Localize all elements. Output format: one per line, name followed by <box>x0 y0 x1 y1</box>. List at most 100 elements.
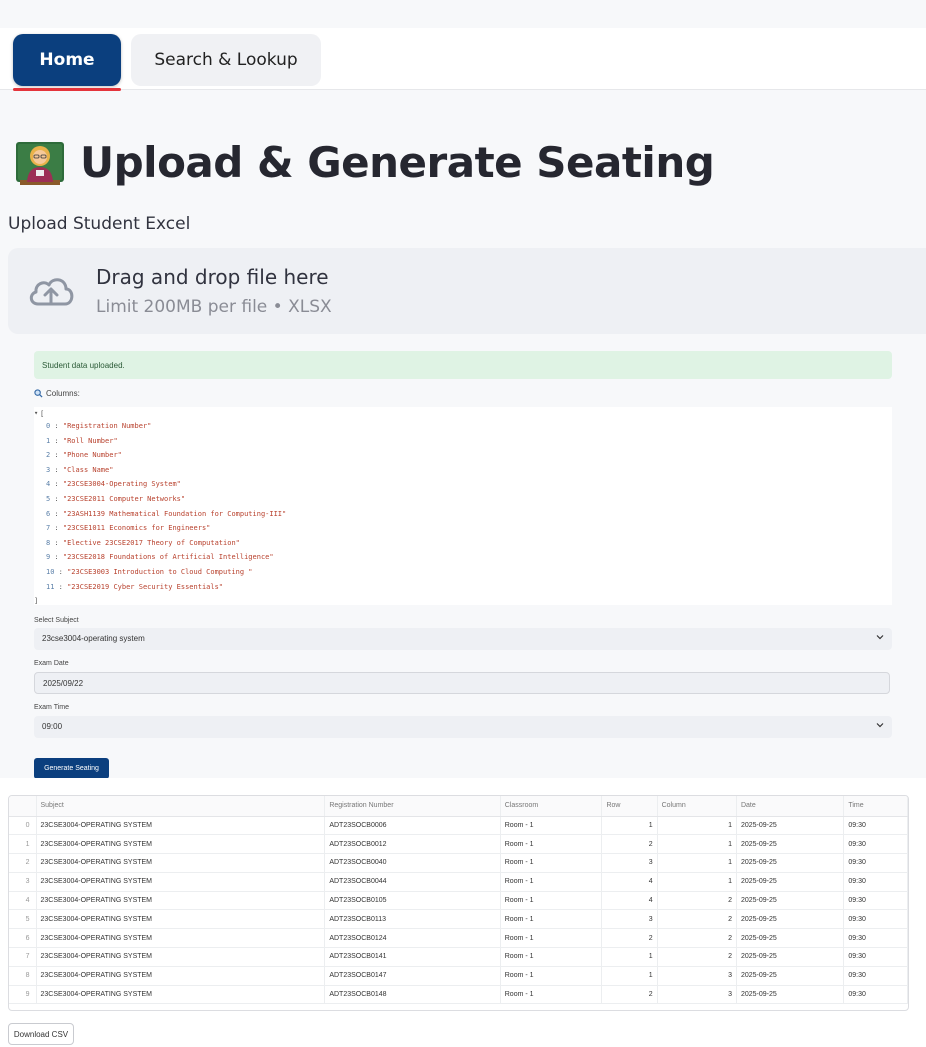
table-cell: 0 <box>9 816 37 836</box>
subject-select-value: 23cse3004-operating system <box>42 634 145 643</box>
table-cell: 2025-09-25 <box>736 853 845 873</box>
exam-date-label: Exam Date <box>34 660 69 667</box>
tab-home[interactable]: Home <box>13 34 121 86</box>
table-cell: 23CSE3004-OPERATING SYSTEM <box>36 928 326 949</box>
table-cell: Room - 1 <box>500 872 603 892</box>
table-row[interactable]: 1 23CSE3004-OPERATING SYSTEM ADT23SOCB0012… <box>9 834 908 855</box>
exam-time-select[interactable]: 09:00 <box>34 716 892 738</box>
columns-label: Columns: <box>46 389 80 398</box>
table-cell: 2 <box>657 947 737 967</box>
table-cell: 3 <box>601 909 658 930</box>
table-cell: 23CSE3004-OPERATING SYSTEM <box>36 816 326 836</box>
table-cell: 09:30 <box>843 834 908 855</box>
json-colon: : <box>50 451 63 460</box>
table-cell: 2 <box>657 891 737 911</box>
chevron-down-icon <box>876 635 884 640</box>
table-cell: 9 <box>9 985 37 1005</box>
seating-table[interactable]: Subject Registration Number Classroom Row Co… <box>8 795 909 1011</box>
column-header[interactable]: Date <box>736 796 845 817</box>
column-header[interactable]: Subject <box>36 796 326 817</box>
file-dropzone[interactable]: Drag and drop file here Limit 200MB per … <box>8 248 926 334</box>
json-colon: : <box>54 582 68 591</box>
table-cell: 2025-09-25 <box>736 966 845 986</box>
json-value: "Phone Number" <box>62 451 122 460</box>
table-row[interactable]: 3 23CSE3004-OPERATING SYSTEM ADT23SOCB0044… <box>9 872 908 892</box>
table-cell: 2 <box>657 909 737 930</box>
table-cell: 1 <box>601 816 658 836</box>
json-colon: : <box>50 422 63 430</box>
subject-select[interactable]: 23cse3004-operating system <box>34 628 892 650</box>
column-header[interactable]: Row <box>601 796 658 817</box>
table-cell: ADT23SOCB0124 <box>324 928 501 949</box>
table-cell: 1 <box>9 834 37 855</box>
table-cell: 3 <box>657 985 737 1005</box>
table-cell: 2 <box>601 834 658 855</box>
json-item: 4 : "23CSE3004-Operating System" <box>46 480 181 492</box>
column-header[interactable]: Time <box>843 796 908 817</box>
table-cell: 2025-09-25 <box>736 947 845 967</box>
table-cell: 4 <box>9 891 37 911</box>
table-row[interactable]: 2 23CSE3004-OPERATING SYSTEM ADT23SOCB0040… <box>9 853 908 873</box>
json-item: 10 : "23CSE3003 Introduction to Cloud Co… <box>46 568 253 580</box>
json-item: 0 : "Registration Number" <box>46 422 151 434</box>
table-row[interactable]: 6 23CSE3004-OPERATING SYSTEM ADT23SOCB0124… <box>9 928 908 949</box>
tab-search-lookup[interactable]: Search & Lookup <box>131 34 321 86</box>
download-csv-button[interactable]: Download CSV <box>8 1023 74 1045</box>
json-colon: : <box>50 465 63 474</box>
table-cell: Room - 1 <box>500 853 603 873</box>
table-cell: 23CSE3004-OPERATING SYSTEM <box>36 909 326 930</box>
table-cell: Room - 1 <box>500 834 603 855</box>
table-cell: 09:30 <box>843 909 908 930</box>
json-value: "23ASH1139 Mathematical Foundation for C… <box>62 509 287 518</box>
json-value: "Registration Number" <box>62 422 152 430</box>
table-cell: 09:30 <box>843 853 908 873</box>
page-title: Upload & Generate Seating <box>80 137 715 187</box>
table-row[interactable]: 4 23CSE3004-OPERATING SYSTEM ADT23SOCB0105… <box>9 891 908 911</box>
json-item: 1 : "Roll Number" <box>46 437 118 449</box>
json-item: 3 : "Class Name" <box>46 466 113 478</box>
table-cell: Room - 1 <box>500 816 603 836</box>
json-value: "23CSE2018 Foundations of Artificial Int… <box>62 553 274 562</box>
column-header[interactable]: Column <box>657 796 737 817</box>
table-cell: ADT23SOCB0147 <box>324 966 501 986</box>
exam-time-value: 09:00 <box>42 722 63 731</box>
column-header[interactable]: Registration Number <box>324 796 501 817</box>
table-cell: ADT23SOCB0040 <box>324 853 501 873</box>
table-cell: Room - 1 <box>500 947 603 967</box>
page-header: Upload & Generate Seating <box>14 132 715 192</box>
json-value: "23CSE1011 Economics for Engineers" <box>62 524 211 533</box>
json-item: 9 : "23CSE2018 Foundations of Artificial… <box>46 553 274 565</box>
dropzone-instruction: Drag and drop file here <box>96 265 329 289</box>
json-item: 8 : "Elective 23CSE2017 Theory of Comput… <box>46 539 240 551</box>
table-cell: 6 <box>9 928 37 949</box>
json-value: "23CSE2011 Computer Networks" <box>62 495 186 503</box>
table-cell: 2025-09-25 <box>736 816 845 836</box>
table-cell: 2 <box>601 985 658 1005</box>
table-cell: 4 <box>601 872 658 892</box>
table-cell: 23CSE3004-OPERATING SYSTEM <box>36 872 326 892</box>
table-row[interactable]: 8 23CSE3004-OPERATING SYSTEM ADT23SOCB0147… <box>9 966 908 986</box>
table-row[interactable]: 5 23CSE3004-OPERATING SYSTEM ADT23SOCB0113… <box>9 909 908 930</box>
table-cell: 1 <box>657 834 737 855</box>
subject-label: Select Subject <box>34 617 79 624</box>
table-row[interactable]: 7 23CSE3004-OPERATING SYSTEM ADT23SOCB0141… <box>9 947 908 967</box>
table-cell: 23CSE3004-OPERATING SYSTEM <box>36 834 326 855</box>
chevron-down-icon <box>876 723 884 728</box>
column-header[interactable]: Classroom <box>500 796 603 817</box>
exam-date-value: 2025/09/22 <box>43 679 84 688</box>
table-row[interactable]: 0 23CSE3004-OPERATING SYSTEM ADT23SOCB0006… <box>9 816 908 836</box>
table-cell: 09:30 <box>843 891 908 911</box>
collapse-arrow-icon[interactable]: ▾ <box>34 409 38 417</box>
table-row[interactable]: 9 23CSE3004-OPERATING SYSTEM ADT23SOCB0148… <box>9 985 908 1005</box>
json-colon: : <box>50 553 63 562</box>
json-item: 11 : "23CSE2019 Cyber Security Essential… <box>46 583 223 595</box>
json-item: 7 : "23CSE1011 Economics for Engineers" <box>46 524 210 536</box>
table-cell: 2 <box>657 928 737 949</box>
exam-date-input[interactable]: 2025/09/22 <box>34 672 890 694</box>
json-colon: : <box>50 495 63 503</box>
generate-seating-button[interactable]: Generate Seating <box>34 758 109 779</box>
teacher-emoji-icon <box>16 142 64 185</box>
table-cell: 23CSE3004-OPERATING SYSTEM <box>36 985 326 1005</box>
table-cell: 09:30 <box>843 928 908 949</box>
column-header[interactable] <box>9 796 37 817</box>
